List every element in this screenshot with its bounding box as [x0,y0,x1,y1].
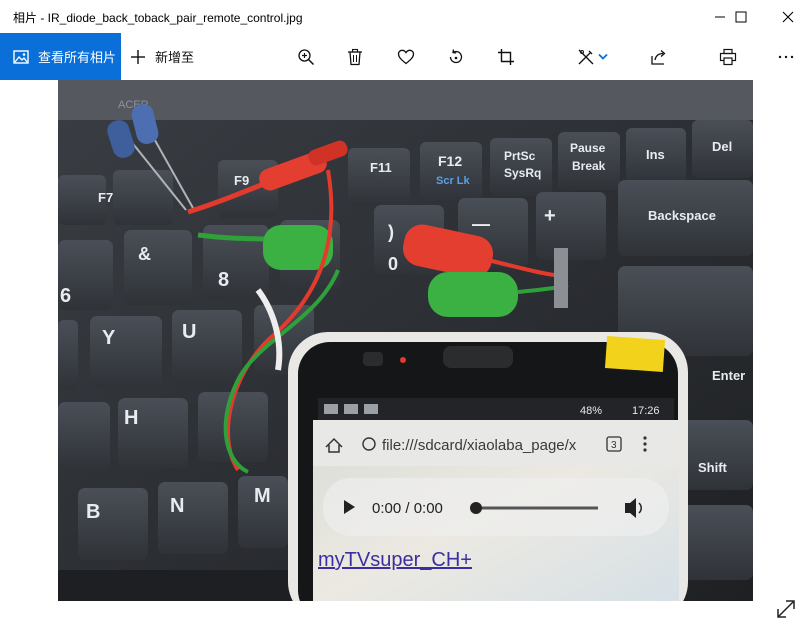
photo-icon [13,49,29,64]
photo-viewer: ACER F7 F9 F11 F12 Scr Lk PrtSc SysRq Pa [0,80,811,635]
key-break: Break [572,159,606,173]
key-enter: Enter [712,368,745,383]
key-backspace: Backspace [648,208,716,223]
key-pause: Pause [570,141,606,155]
key-minus: — [472,214,490,234]
rotate-button[interactable] [438,33,474,80]
plus-icon [131,49,145,64]
key-8: 8 [218,269,229,291]
close-icon [782,11,794,22]
more-icon [778,55,794,58]
edit-dropdown-button[interactable] [588,33,618,80]
key-ins: Ins [646,147,665,162]
crop-icon [498,48,514,65]
zoom-in-icon [298,48,315,65]
phone: 48% 17:26 file:///sdcard/xiaolaba_page/x… [288,332,688,601]
phone-time: 17:26 [632,405,660,417]
close-button[interactable] [765,0,811,33]
key-plus: + [544,205,556,227]
key-f11: F11 [370,160,392,175]
key-n: N [170,495,184,517]
zoom-in-button[interactable] [288,33,324,80]
phone-tab-count: 3 [611,440,617,451]
add-to-button[interactable]: 新增至 [130,33,194,80]
key-b: B [86,501,100,523]
print-icon [719,48,737,65]
key-h: H [124,407,138,429]
delete-icon [348,48,362,65]
favorite-button[interactable] [388,33,424,80]
key-y: Y [102,327,116,349]
phone-link: myTVsuper_CH+ [318,549,472,571]
key-prtsc: PrtSc [504,149,536,163]
phone-battery: 48% [580,405,602,417]
crop-button[interactable] [488,33,524,80]
key-del: Del [712,139,732,154]
window-title: 相片 - IR_diode_back_toback_pair_remote_co… [13,11,303,25]
audio-progress-knob [470,502,482,514]
key-paren: ) [388,222,394,242]
audio-time: 0:00 / 0:00 [372,500,443,517]
keyboard-photo: ACER F7 F9 F11 F12 Scr Lk PrtSc SysRq Pa [58,80,753,601]
key-scrlk: Scr Lk [436,175,471,187]
key-f7: F7 [98,190,113,205]
expand-button[interactable] [772,595,800,623]
more-button[interactable] [768,33,804,80]
add-to-label: 新增至 [155,50,195,65]
photo-image[interactable]: ACER F7 F9 F11 F12 Scr Lk PrtSc SysRq Pa [58,80,753,601]
maximize-icon [735,11,747,22]
delete-button[interactable] [337,33,373,80]
key-m: M [254,485,271,507]
key-0: 0 [388,254,398,274]
share-icon [651,49,666,65]
key-sysrq: SysRq [504,166,541,180]
print-button[interactable] [710,33,746,80]
key-6: 6 [60,285,71,307]
maximize-button[interactable] [718,0,764,33]
key-f12: F12 [438,153,462,169]
favorite-icon [397,49,415,64]
expand-icon [777,600,795,618]
key-u: U [182,321,196,343]
toolbar: 查看所有相片 新增至 [0,33,811,80]
share-button[interactable] [641,33,677,80]
rotate-icon [449,48,463,63]
phone-url: file:///sdcard/xiaolaba_page/x [382,437,577,454]
key-f9: F9 [234,173,249,188]
key-shift: Shift [698,460,728,475]
all-photos-label: 查看所有相片 [38,50,117,65]
chevron-down-icon [598,53,608,60]
title-bar: 相片 - IR_diode_back_toback_pair_remote_co… [0,0,811,33]
all-photos-button[interactable]: 查看所有相片 [0,33,121,80]
key-amp: & [138,244,151,264]
